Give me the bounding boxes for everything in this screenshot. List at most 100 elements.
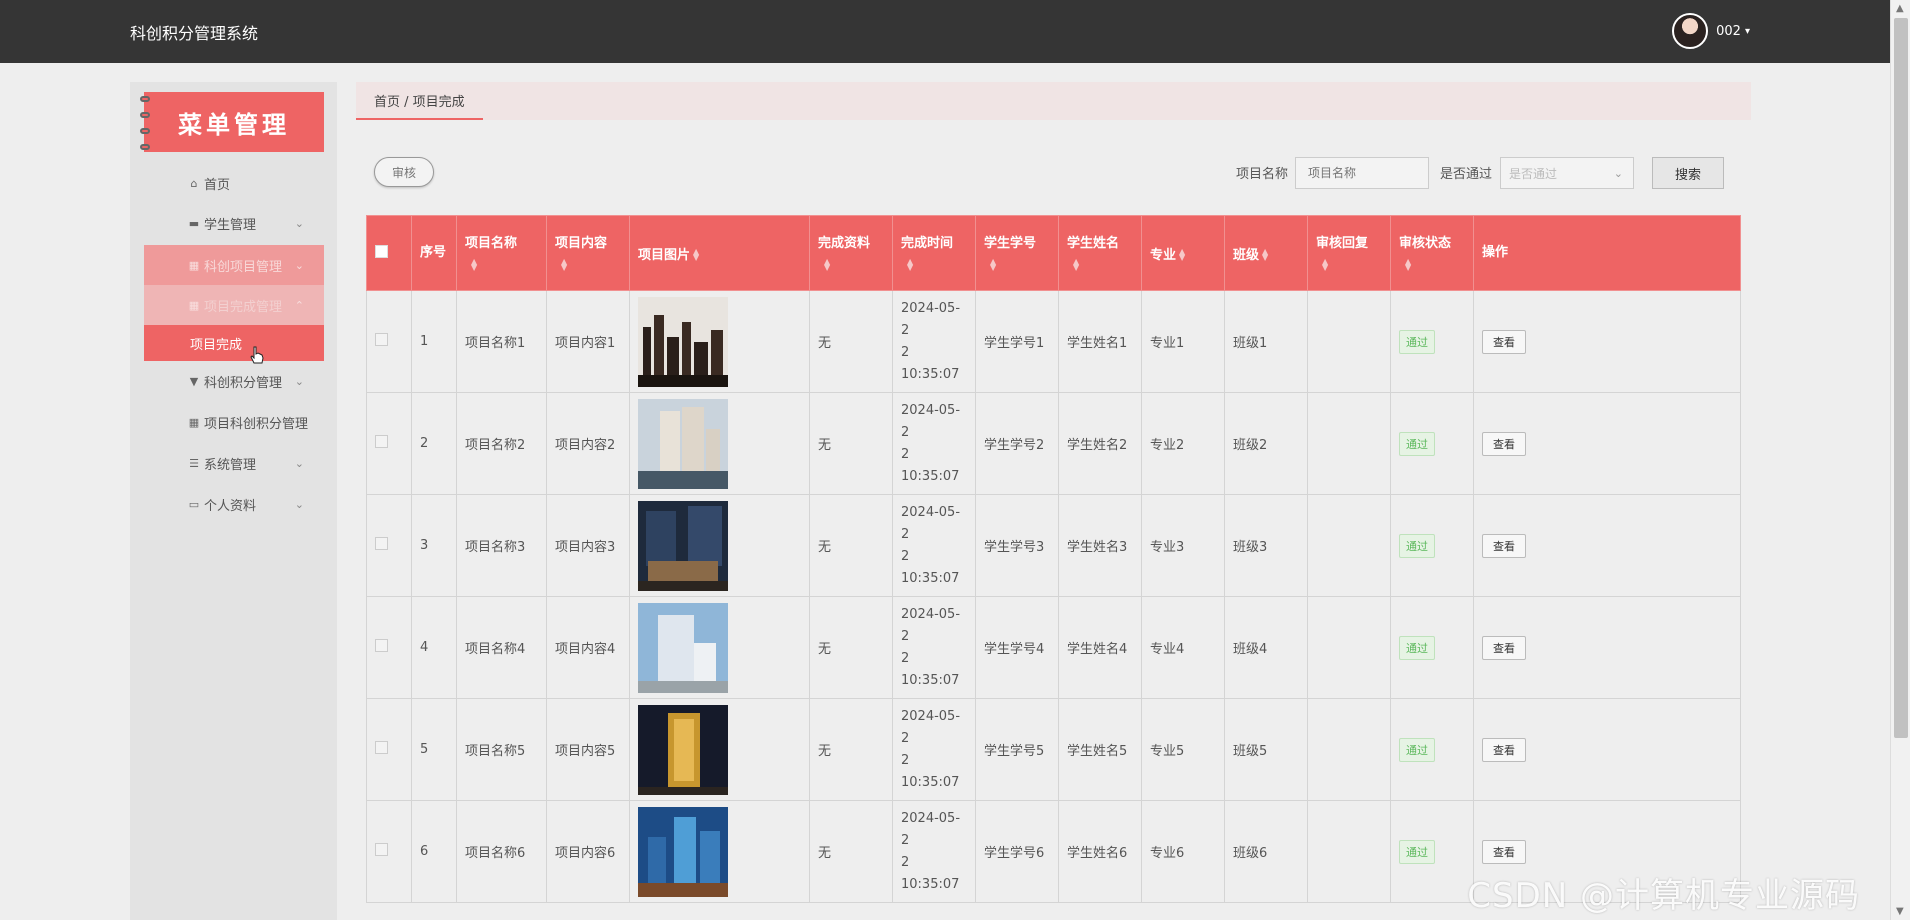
home-icon: ⌂ — [190, 176, 198, 190]
row-checkbox[interactable] — [375, 435, 388, 448]
user-name[interactable]: 002 — [1716, 24, 1741, 39]
column-header[interactable]: 完成时间 ▲ ▼ — [892, 215, 976, 291]
cell-student-id: 学生学号3 — [975, 494, 1059, 597]
status-badge: 通过 — [1399, 329, 1435, 354]
cell-reply — [1307, 698, 1391, 801]
app-title: 科创积分管理系统 — [130, 24, 259, 43]
cell-reply — [1307, 800, 1391, 903]
view-button[interactable]: 查看 — [1482, 635, 1526, 660]
select-all-header[interactable] — [366, 215, 412, 291]
chevron-down-icon: ⌄ — [294, 374, 304, 388]
status-badge: 通过 — [1399, 533, 1435, 558]
column-header[interactable]: 完成资料 ▲ ▼ — [809, 215, 893, 291]
row-checkbox[interactable] — [375, 537, 388, 550]
sidebar-item-label: 科创项目管理 — [204, 259, 283, 275]
project-image[interactable] — [638, 704, 728, 795]
sidebar-item-profile[interactable]: ▭ 个人资料 ⌄ — [144, 484, 324, 524]
avatar[interactable] — [1672, 13, 1709, 49]
sidebar-item-home[interactable]: ⌂ 首页 — [144, 163, 324, 203]
sort-icon[interactable]: ▲ ▼ — [1322, 258, 1382, 272]
view-button[interactable]: 查看 — [1482, 431, 1526, 456]
row-checkbox[interactable] — [375, 333, 388, 346]
sort-icon[interactable]: ▲ ▼ — [824, 258, 884, 272]
cell-material: 无 — [809, 698, 893, 801]
select-all-checkbox[interactable] — [375, 244, 388, 258]
sidebar-item-points[interactable]: ▼ 科创积分管理 ⌄ — [144, 361, 324, 401]
column-header[interactable]: 审核回复 ▲ ▼ — [1307, 215, 1391, 291]
project-name-input[interactable] — [1295, 157, 1429, 189]
project-image[interactable] — [638, 296, 728, 387]
caret-down-icon[interactable]: ▾ — [1745, 26, 1750, 37]
cell-project-content: 项目内容4 — [546, 596, 630, 699]
sidebar-subitem-project-complete[interactable]: 项目完成 — [144, 325, 324, 361]
column-header[interactable]: 审核状态 ▲ ▼ — [1390, 215, 1474, 291]
column-header[interactable]: 班级 ▲ ▼ — [1224, 215, 1308, 291]
project-image[interactable] — [638, 806, 728, 897]
cell-index: 3 — [411, 494, 457, 597]
sidebar-item-students[interactable]: ▬ 学生管理 ⌄ — [144, 203, 324, 243]
column-header[interactable]: 专业 ▲ ▼ — [1141, 215, 1225, 291]
column-header[interactable]: 项目图片 ▲ ▼ — [629, 215, 810, 291]
cell-class: 班级4 — [1224, 596, 1308, 699]
project-image[interactable] — [638, 398, 728, 489]
sort-icon[interactable]: ▲ ▼ — [1073, 258, 1133, 272]
view-button[interactable]: 查看 — [1482, 533, 1526, 558]
row-checkbox[interactable] — [375, 741, 388, 754]
user-menu[interactable]: 002 ▾ — [1672, 13, 1750, 49]
column-header[interactable]: 学生姓名 ▲ ▼ — [1058, 215, 1142, 291]
cell-project-image — [629, 494, 810, 597]
row-checkbox[interactable] — [375, 639, 388, 652]
scroll-down-icon[interactable]: ▼ — [1896, 906, 1904, 917]
sort-icon[interactable]: ▲ ▼ — [990, 258, 1050, 272]
watermark: CSDN @计算机专业源码 — [1467, 876, 1860, 916]
cell-reply — [1307, 392, 1391, 495]
sort-icon[interactable]: ▲ ▼ — [561, 258, 621, 272]
cell-student-name: 学生姓名4 — [1058, 596, 1142, 699]
view-button[interactable]: 查看 — [1482, 329, 1526, 354]
project-image[interactable] — [638, 602, 728, 693]
cell-project-content: 项目内容1 — [546, 290, 630, 393]
cell-class: 班级1 — [1224, 290, 1308, 393]
sort-icon[interactable]: ▲ ▼ — [1405, 258, 1465, 272]
sort-icon[interactable]: ▲ ▼ — [907, 258, 967, 272]
sidebar-item-project-points[interactable]: ▦ 项目科创积分管理 — [144, 402, 324, 442]
cell-major: 专业4 — [1141, 596, 1225, 699]
search-button[interactable]: 搜索 — [1652, 157, 1724, 189]
hand-cursor-icon — [250, 346, 264, 364]
sort-icon[interactable]: ▲ ▼ — [1179, 248, 1185, 262]
cell-time: 2024-05-2 2 10:35:07 — [892, 698, 976, 801]
briefcase-icon: ▬ — [188, 216, 200, 230]
cell-material: 无 — [809, 800, 893, 903]
project-image[interactable] — [638, 500, 728, 591]
table-row: 5 项目名称5 项目内容5 无 2024-05-2 2 10:35:07 学生学号… — [366, 698, 1741, 801]
sidebar-item-label: 项目完成管理 — [204, 299, 283, 315]
cell-project-image — [629, 596, 810, 699]
row-checkbox[interactable] — [375, 843, 388, 856]
column-header[interactable]: 项目名称 ▲ ▼ — [456, 215, 547, 291]
cell-action: 查看 — [1473, 290, 1741, 393]
column-header[interactable]: 学生学号 ▲ ▼ — [975, 215, 1059, 291]
sort-icon[interactable]: ▲ ▼ — [1262, 248, 1268, 262]
cell-project-content: 项目内容3 — [546, 494, 630, 597]
view-button[interactable]: 查看 — [1482, 839, 1526, 864]
pass-status-select[interactable]: 是否通过 ⌄ — [1500, 157, 1634, 189]
sort-icon[interactable]: ▲ ▼ — [471, 258, 538, 272]
page-scrollbar[interactable]: ▲ ▼ — [1890, 0, 1910, 920]
sort-icon[interactable]: ▲ ▼ — [693, 248, 699, 262]
scroll-up-icon[interactable]: ▲ — [1896, 3, 1904, 14]
cell-student-name: 学生姓名1 — [1058, 290, 1142, 393]
sidebar-item-projects[interactable]: ▦ 科创项目管理 ⌄ — [144, 245, 324, 285]
grid-icon: ▦ — [188, 415, 200, 429]
binder-rings-icon — [140, 96, 150, 150]
menu-banner: 菜单管理 — [140, 92, 324, 152]
sidebar-item-completion[interactable]: ▦ 项目完成管理 ⌃ — [144, 285, 324, 325]
column-header[interactable]: 项目内容 ▲ ▼ — [546, 215, 630, 291]
table-header-row: 序号 项目名称 ▲ ▼ 项目内容 ▲ ▼ 项目图片 ▲ ▼ 完成资料 ▲ ▼ 完成时间 ▲ ▼ 学生… — [366, 215, 1741, 291]
chevron-down-icon: ⌄ — [1613, 166, 1623, 180]
sidebar-item-label: 项目科创积分管理 — [204, 416, 309, 432]
sidebar-item-system[interactable]: ☰ 系统管理 ⌄ — [144, 443, 324, 483]
audit-button[interactable]: 审核 — [374, 157, 434, 187]
scrollbar-thumb[interactable] — [1894, 18, 1908, 738]
breadcrumb[interactable]: 首页 / 项目完成 — [356, 82, 483, 120]
view-button[interactable]: 查看 — [1482, 737, 1526, 762]
